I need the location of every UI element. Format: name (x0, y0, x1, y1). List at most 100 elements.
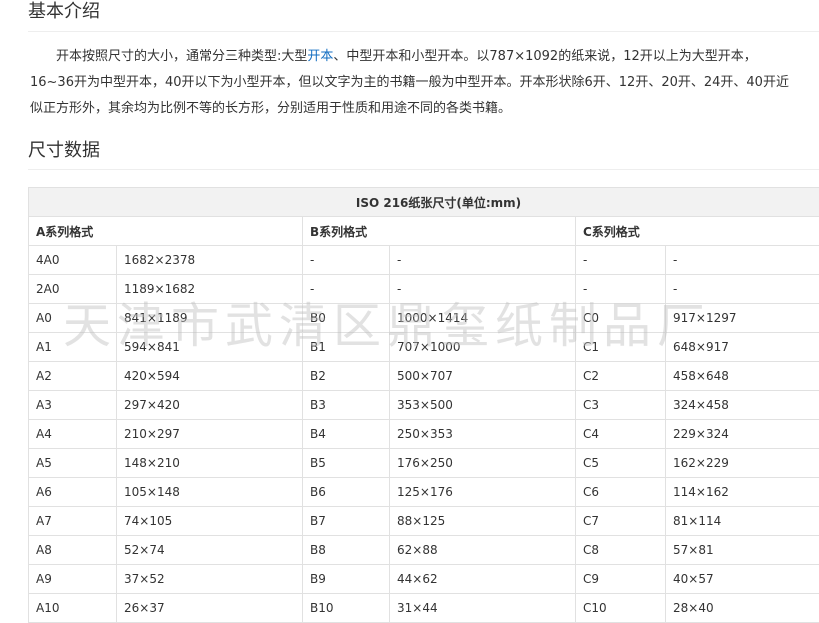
format-name-cell: B7 (303, 507, 390, 536)
dimension-cell: 26×37 (117, 594, 303, 623)
format-name-cell: A1 (29, 333, 117, 362)
format-name-cell: A0 (29, 304, 117, 333)
iso-216-size-table: ISO 216纸张尺寸(单位:mm) A系列格式 B系列格式 C系列格式 4A0… (28, 187, 819, 623)
dimension-cell: 1000×1414 (390, 304, 576, 333)
dimension-cell: - (666, 275, 819, 304)
format-name-cell: C0 (576, 304, 666, 333)
dimension-cell: 229×324 (666, 420, 819, 449)
dimension-cell: 324×458 (666, 391, 819, 420)
dimension-cell: 917×1297 (666, 304, 819, 333)
format-name-cell: A2 (29, 362, 117, 391)
dimension-cell: 44×62 (390, 565, 576, 594)
dimension-cell: - (390, 275, 576, 304)
format-name-cell: C9 (576, 565, 666, 594)
dimension-cell: 125×176 (390, 478, 576, 507)
dimension-cell: 28×40 (666, 594, 819, 623)
format-name-cell: C7 (576, 507, 666, 536)
intro-paragraph-line: 开本按照尺寸的大小，通常分三种类型:大型开本、中型开本和小型开本。以787×10… (30, 44, 757, 70)
table-row: A0841×1189B01000×1414C0917×1297 (29, 304, 819, 333)
dimension-cell: 105×148 (117, 478, 303, 507)
format-name-cell: B10 (303, 594, 390, 623)
column-group-header-c: C系列格式 (576, 217, 819, 246)
format-name-cell: C5 (576, 449, 666, 478)
dimension-cell: 88×125 (390, 507, 576, 536)
format-name-cell: B8 (303, 536, 390, 565)
dimension-cell: 62×88 (390, 536, 576, 565)
dimension-cell: 250×353 (390, 420, 576, 449)
format-name-cell: C8 (576, 536, 666, 565)
dimension-cell: 37×52 (117, 565, 303, 594)
dimension-cell: 353×500 (390, 391, 576, 420)
section-divider (28, 169, 819, 170)
format-name-cell: C3 (576, 391, 666, 420)
format-name-cell: A10 (29, 594, 117, 623)
dimension-cell: 1189×1682 (117, 275, 303, 304)
format-name-cell: - (576, 275, 666, 304)
intro-paragraph-line: 似正方形外，其余均为比例不等的长方形，分别适用于性质和用途不同的各类书籍。 (30, 96, 511, 122)
format-name-cell: B9 (303, 565, 390, 594)
table-row: A2420×594B2500×707C2458×648 (29, 362, 819, 391)
intro-text: 开本按照尺寸的大小，通常分三种类型:大型 (56, 49, 307, 64)
dimension-cell: 1682×2378 (117, 246, 303, 275)
table-row: A774×105B788×125C781×114 (29, 507, 819, 536)
format-name-cell: A5 (29, 449, 117, 478)
format-name-cell: B3 (303, 391, 390, 420)
table-row: A6105×148B6125×176C6114×162 (29, 478, 819, 507)
table-row: A4210×297B4250×353C4229×324 (29, 420, 819, 449)
format-name-cell: - (303, 275, 390, 304)
dimension-cell: 500×707 (390, 362, 576, 391)
table-row: A1026×37B1031×44C1028×40 (29, 594, 819, 623)
format-name-cell: A8 (29, 536, 117, 565)
dimension-cell: 81×114 (666, 507, 819, 536)
table-title: ISO 216纸张尺寸(单位:mm) (29, 188, 819, 217)
section-heading-intro: 基本介绍 (28, 0, 100, 23)
dimension-cell: 52×74 (117, 536, 303, 565)
table-row: A5148×210B5176×250C5162×229 (29, 449, 819, 478)
dimension-cell: - (666, 246, 819, 275)
format-name-cell: C10 (576, 594, 666, 623)
dimension-cell: 420×594 (117, 362, 303, 391)
section-heading-size-data: 尺寸数据 (28, 136, 100, 162)
table-row: A937×52B944×62C940×57 (29, 565, 819, 594)
table-row: A1594×841B1707×1000C1648×917 (29, 333, 819, 362)
format-name-cell: C2 (576, 362, 666, 391)
table-row: A852×74B862×88C857×81 (29, 536, 819, 565)
format-name-cell: A4 (29, 420, 117, 449)
table-body: 4A01682×2378----2A01189×1682----A0841×11… (29, 246, 819, 623)
dimension-cell: 648×917 (666, 333, 819, 362)
format-name-cell: B4 (303, 420, 390, 449)
dimension-cell: 210×297 (117, 420, 303, 449)
format-name-cell: A7 (29, 507, 117, 536)
dimension-cell: 57×81 (666, 536, 819, 565)
format-name-cell: - (576, 246, 666, 275)
dimension-cell: 841×1189 (117, 304, 303, 333)
dimension-cell: 31×44 (390, 594, 576, 623)
section-divider (28, 31, 819, 32)
dimension-cell: 114×162 (666, 478, 819, 507)
dimension-cell: 594×841 (117, 333, 303, 362)
kaiben-link[interactable]: 开本 (307, 49, 333, 64)
format-name-cell: B6 (303, 478, 390, 507)
dimension-cell: - (390, 246, 576, 275)
intro-text: 、中型开本和小型开本。以787×1092的纸来说，12开以上为大型开本， (333, 49, 756, 64)
dimension-cell: 458×648 (666, 362, 819, 391)
format-name-cell: B2 (303, 362, 390, 391)
format-name-cell: C4 (576, 420, 666, 449)
dimension-cell: 297×420 (117, 391, 303, 420)
format-name-cell: 2A0 (29, 275, 117, 304)
format-name-cell: A6 (29, 478, 117, 507)
table-row: 2A01189×1682---- (29, 275, 819, 304)
column-group-header-b: B系列格式 (303, 217, 576, 246)
dimension-cell: 74×105 (117, 507, 303, 536)
format-name-cell: B0 (303, 304, 390, 333)
format-name-cell: - (303, 246, 390, 275)
dimension-cell: 707×1000 (390, 333, 576, 362)
table-row: 4A01682×2378---- (29, 246, 819, 275)
format-name-cell: C1 (576, 333, 666, 362)
dimension-cell: 162×229 (666, 449, 819, 478)
format-name-cell: B5 (303, 449, 390, 478)
dimension-cell: 176×250 (390, 449, 576, 478)
format-name-cell: 4A0 (29, 246, 117, 275)
table-row: A3297×420B3353×500C3324×458 (29, 391, 819, 420)
format-name-cell: A9 (29, 565, 117, 594)
